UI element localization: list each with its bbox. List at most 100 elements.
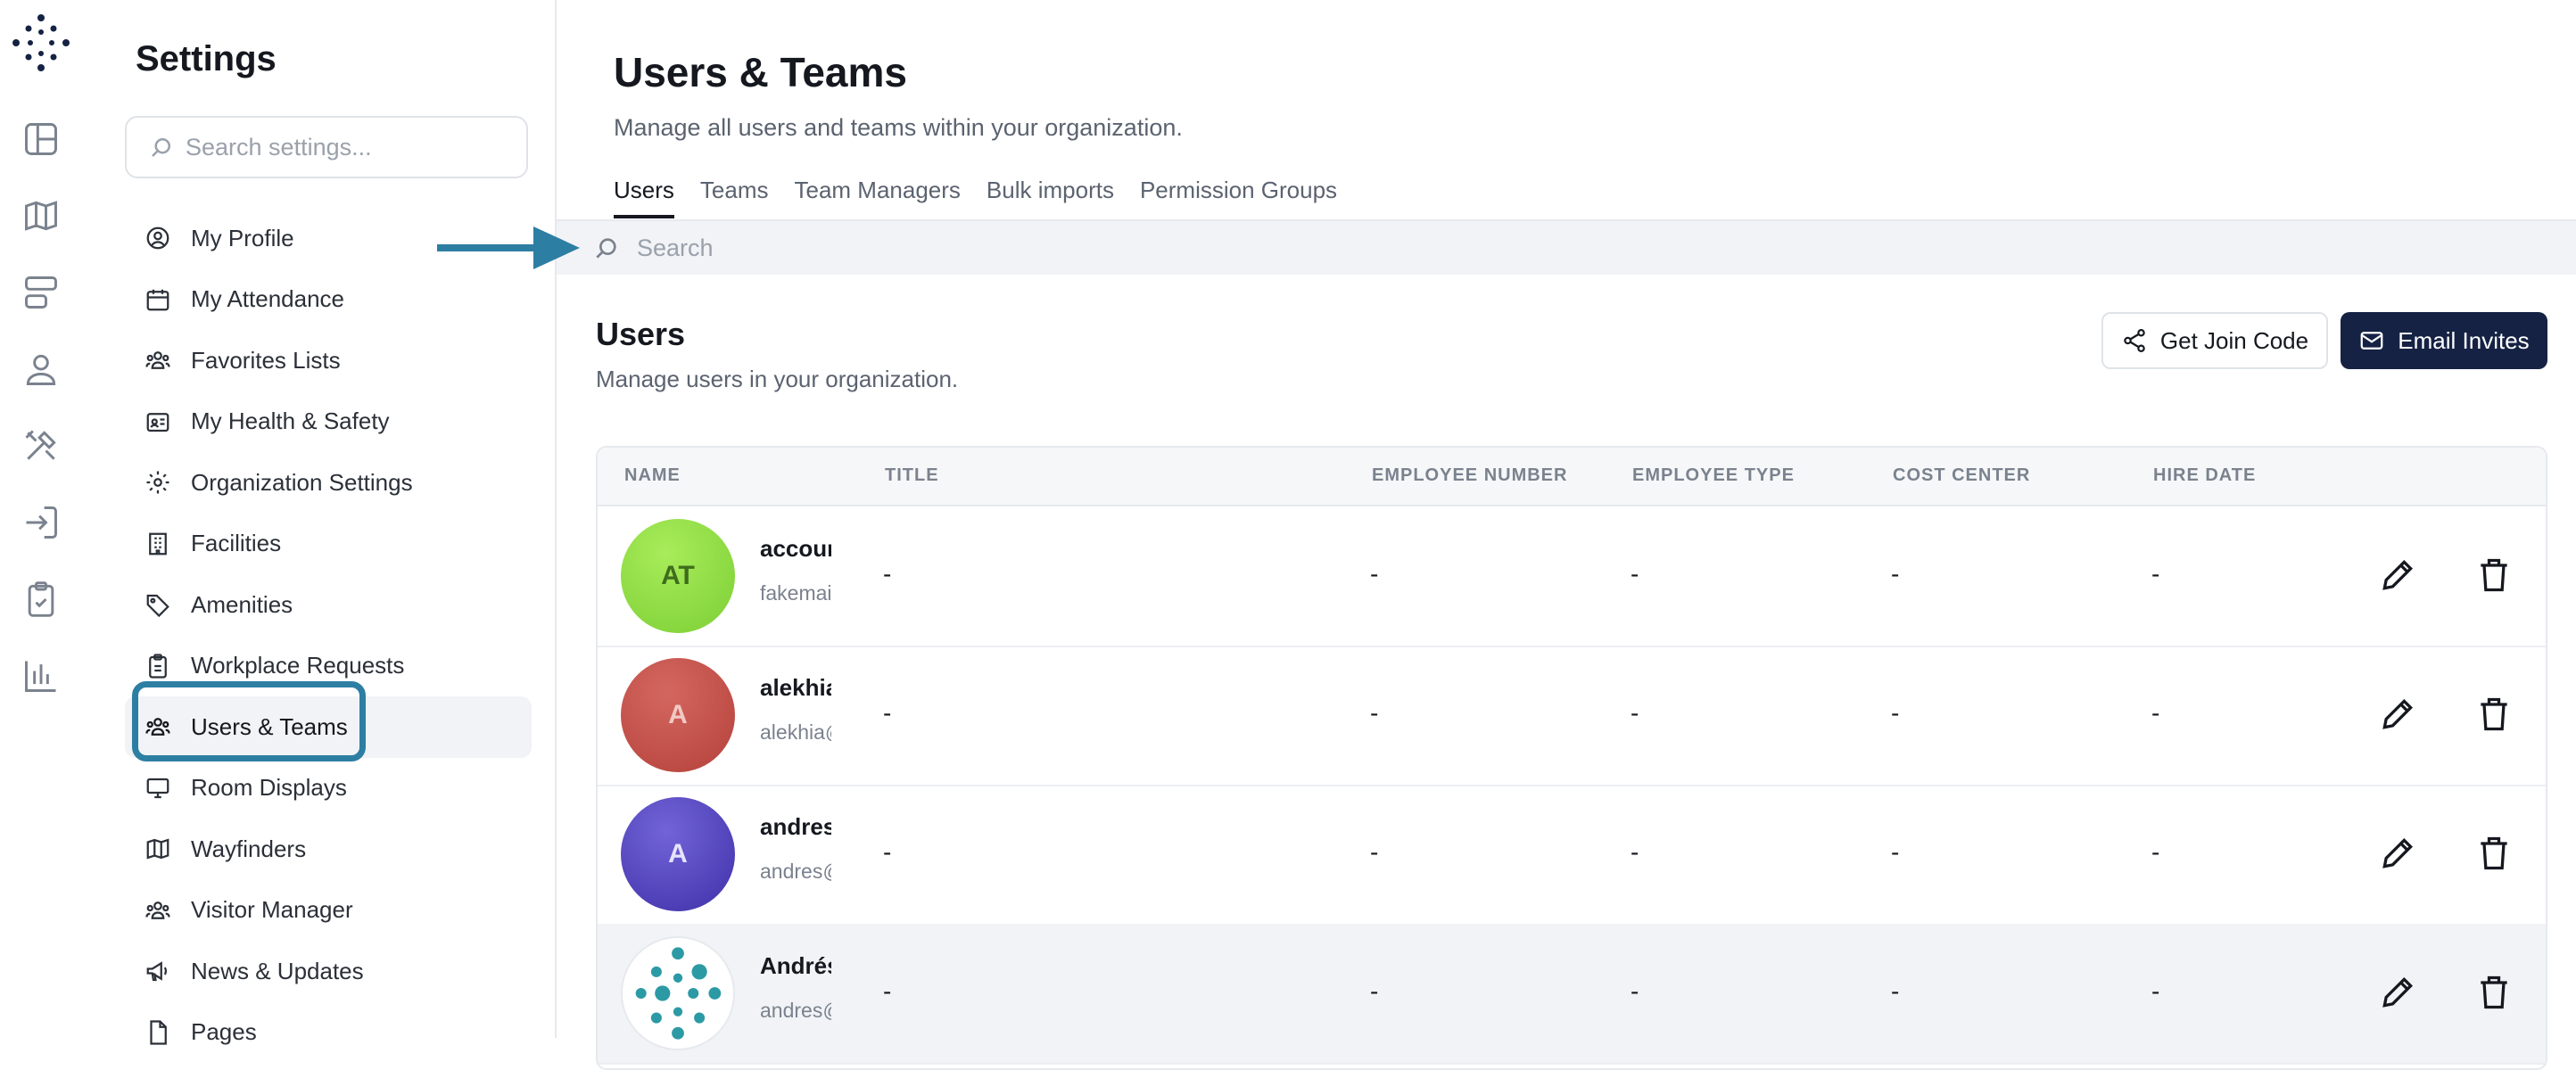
calendar-icon [146, 289, 169, 311]
delete-button[interactable] [2474, 695, 2514, 734]
pencil-icon [2382, 698, 2414, 729]
column-header-employee-number[interactable]: EMPLOYEE NUMBER [1372, 465, 1567, 486]
cell-cost-center: - [1891, 977, 1900, 1005]
cell-employee-type: - [1631, 838, 1639, 866]
page-subtitle: Manage all users and teams within your o… [614, 114, 1183, 141]
tab-permission-groups[interactable]: Permission Groups [1140, 177, 1337, 217]
email-invites-label: Email Invites [2398, 326, 2530, 354]
avatar: A [621, 658, 735, 772]
sidebar-item-amenities[interactable]: Amenities [125, 574, 532, 636]
logo-icon[interactable] [9, 11, 73, 75]
clipboard-check-icon[interactable] [21, 580, 61, 619]
user-email: andres@ [760, 999, 831, 1022]
dashboard-icon[interactable] [21, 119, 61, 159]
column-header-cost-center[interactable]: COST CENTER [1893, 465, 2030, 486]
users-group-icon [145, 351, 170, 370]
settings-search[interactable] [125, 116, 528, 178]
sidebar-item-label: Wayfinders [191, 835, 307, 862]
cell-employee-number: - [1370, 977, 1379, 1005]
logo-avatar-icon [635, 947, 722, 1040]
user-name[interactable]: alekhia [760, 674, 831, 702]
column-header-hire-date[interactable]: HIRE DATE [2153, 465, 2256, 486]
cell-hire-date: - [2151, 838, 2160, 866]
trash-icon [2481, 836, 2507, 870]
delete-button[interactable] [2474, 973, 2514, 1012]
cell-cost-center: - [1891, 560, 1900, 588]
file-icon [150, 1020, 167, 1045]
user-icon[interactable] [21, 350, 61, 389]
tab-team-managers[interactable]: Team Managers [794, 177, 960, 217]
table-row[interactable]: A andres andres@ - - - - - [598, 785, 2546, 926]
column-header-title[interactable]: TITLE [885, 465, 939, 486]
bar-chart-icon[interactable] [21, 656, 61, 696]
cell-hire-date: - [2151, 560, 2160, 588]
table-row[interactable]: Andrés andres@ - - - - - [598, 924, 2546, 1065]
get-join-code-label: Get Join Code [2159, 326, 2309, 354]
building-icon [149, 532, 167, 556]
map-icon[interactable] [21, 196, 61, 235]
delete-button[interactable] [2474, 556, 2514, 595]
main-content: Users & Teams Manage all users and teams… [557, 0, 2576, 1070]
sidebar-item-wayfinders[interactable]: Wayfinders [125, 819, 532, 880]
column-header-employee-type[interactable]: EMPLOYEE TYPE [1632, 465, 1795, 486]
tab-teams[interactable]: Teams [700, 177, 769, 217]
app-rail [0, 0, 102, 1038]
edit-button[interactable] [2378, 556, 2417, 595]
sidebar-item-label: My Attendance [191, 285, 344, 313]
get-join-code-button[interactable]: Get Join Code [2101, 312, 2328, 369]
sidebar-item-visitor-manager[interactable]: Visitor Manager [125, 880, 532, 942]
users-search-bar[interactable] [557, 221, 2576, 275]
table-header: NAME TITLE EMPLOYEE NUMBER EMPLOYEE TYPE… [598, 448, 2546, 506]
settings-panel: Settings My Profile My Attendance Favori… [100, 0, 557, 1045]
sidebar-item-news-updates[interactable]: News & Updates [125, 941, 532, 1002]
users-search-input[interactable] [635, 233, 1174, 263]
table-row[interactable]: AT accour fakemai - - - - - [598, 506, 2546, 647]
settings-search-input[interactable] [184, 132, 508, 162]
sidebar-item-facilities[interactable]: Facilities [125, 514, 532, 575]
tab-bulk-imports[interactable]: Bulk imports [987, 177, 1114, 217]
sidebar-item-room-displays[interactable]: Room Displays [125, 758, 532, 819]
cell-title: - [883, 699, 892, 727]
cell-employee-number: - [1370, 838, 1379, 866]
sidebar-item-label: My Profile [191, 224, 294, 251]
edit-button[interactable] [2378, 973, 2417, 1012]
table-row[interactable]: A alekhia alekhia@ - - - - - [598, 646, 2546, 786]
sidebar-item-label: Amenities [191, 590, 293, 618]
search-icon [152, 138, 170, 157]
edit-button[interactable] [2378, 695, 2417, 734]
sidebar-item-organization-settings[interactable]: Organization Settings [125, 452, 532, 514]
user-email: fakemai [760, 581, 831, 605]
pencil-icon [2382, 559, 2414, 590]
sidebar-item-label: Pages [191, 1018, 257, 1046]
megaphone-icon [146, 961, 168, 982]
clipboard-icon [149, 654, 167, 679]
sidebar-item-my-health-safety[interactable]: My Health & Safety [125, 391, 532, 453]
cell-title: - [883, 977, 892, 1005]
tab-users[interactable]: Users [614, 177, 674, 218]
column-header-name[interactable]: NAME [624, 465, 681, 486]
user-name[interactable]: Andrés [760, 952, 831, 980]
monitor-icon [146, 778, 169, 798]
user-name[interactable]: accour [760, 535, 831, 563]
delete-button[interactable] [2474, 834, 2514, 873]
tools-icon[interactable] [21, 426, 61, 465]
tab-bar: Users Teams Team Managers Bulk imports P… [614, 177, 1363, 218]
sign-in-icon[interactable] [21, 503, 61, 542]
sidebar-item-label: Visitor Manager [191, 896, 353, 924]
pencil-icon [2382, 976, 2414, 1008]
users-section-title: Users [596, 316, 686, 352]
annotation-arrow-icon [437, 226, 580, 269]
edit-button[interactable] [2378, 834, 2417, 873]
layout-icon[interactable] [21, 273, 61, 312]
map-icon [146, 838, 169, 860]
user-name[interactable]: andres [760, 813, 831, 841]
sidebar-item-my-attendance[interactable]: My Attendance [125, 269, 532, 331]
sidebar-item-pages[interactable]: Pages [125, 1002, 532, 1064]
cell-employee-type: - [1631, 977, 1639, 1005]
cell-employee-type: - [1631, 560, 1639, 588]
email-invites-button[interactable]: Email Invites [2341, 312, 2547, 369]
sidebar-item-favorites-lists[interactable]: Favorites Lists [125, 330, 532, 391]
cell-title: - [883, 838, 892, 866]
trash-icon [2481, 697, 2507, 731]
settings-menu: My Profile My Attendance Favorites Lists… [125, 208, 532, 1063]
